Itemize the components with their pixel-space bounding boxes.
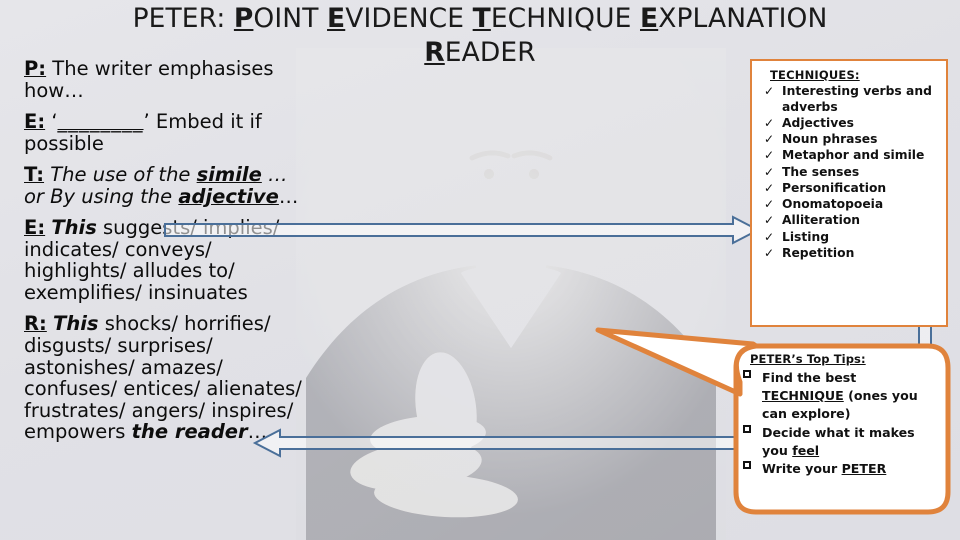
tip-text-bold: best [825,370,857,385]
technique-item: ✓ Interesting verbs and adverbs [760,84,940,115]
evidence-line: E: ‘________’ Embed it if possible [24,111,304,154]
tips-bubble-content: PETER’s Top Tips: Find the best TECHNIQU… [742,352,928,479]
technique-keyword-adjective: adjective [178,184,279,208]
technique-text-a: The use of the [50,163,197,187]
check-icon: ✓ [764,84,775,98]
technique-line: T: The use of the simile … or By using t… [24,164,304,207]
check-icon: ✓ [764,213,775,228]
technique-item-label: Repetition [782,245,855,260]
reader-line: R: This shocks/ horrifies/ disgusts/ sur… [24,313,304,442]
technique-item-label: Onomatopoeia [782,197,884,212]
explanation-keyword: This [51,216,97,240]
tip-text-pre: Decide what it makes you [762,424,915,458]
technique-item: ✓ Adjectives [760,116,940,132]
tip-item: Decide what it makes you feel [742,424,928,460]
technique-item: ✓ Listing [760,230,940,246]
tips-list: Find the best TECHNIQUE (ones you can ex… [742,369,928,478]
reader-keyword-end: the reader [131,420,248,444]
tips-speech-bubble: PETER’s Top Tips: Find the best TECHNIQU… [590,322,960,532]
tip-text-pre: Find the [762,370,826,385]
explanation-label: E: [24,216,46,240]
title-prefix: PETER: [132,3,234,34]
technique-item: ✓ The senses [760,165,940,181]
technique-item-label: Interesting verbs and adverbs [782,84,932,114]
title-initial-p: P [233,3,254,34]
technique-item-label: Personification [782,180,887,195]
technique-item-label: Listing [782,229,830,244]
tip-text-underline: feel [792,442,820,458]
tip-item: Write your PETER [742,460,928,478]
reader-ellipsis: … [247,420,268,444]
techniques-box-title: TECHNIQUES: [770,68,860,82]
slide-canvas: PETER: POINT EVIDENCE TECHNIQUE EXPLANAT… [0,0,960,540]
peter-structure-text: P: The writer emphasises how… E: ‘______… [24,58,304,453]
checkbox-icon [743,424,751,433]
explanation-line: E: This suggests/ implies/ indicates/ co… [24,217,304,303]
check-icon: ✓ [764,197,775,212]
technique-item: ✓ Onomatopoeia [760,197,940,213]
technique-item-label: The senses [782,164,860,179]
check-icon: ✓ [764,245,775,260]
check-icon: ✓ [764,164,775,179]
check-icon: ✓ [764,229,775,244]
checkbox-icon [743,461,751,470]
title-word-reader: EADER [444,36,536,68]
technique-item-label: Adjectives [782,115,854,130]
check-icon: ✓ [764,132,775,147]
technique-item-label: Alliteration [782,213,861,228]
technique-item: ✓ Repetition [760,246,940,262]
technique-item: ✓ Noun phrases [760,132,940,148]
technique-item: ✓ Personification [760,181,940,197]
reader-keyword: This [53,312,99,336]
checkbox-icon [743,370,751,378]
point-line: P: The writer emphasises how… [24,58,304,101]
title-initial-t: T [472,3,491,34]
title-initial-r: R [424,36,445,68]
technique-text-c: … [278,184,299,208]
technique-item-label: Noun phrases [782,132,878,147]
point-text: The writer emphasises how… [24,57,274,102]
check-icon: ✓ [764,115,775,130]
technique-label: T: [24,163,45,187]
techniques-box: TECHNIQUES: ✓ Interesting verbs and adver… [750,59,948,327]
check-icon: ✓ [764,148,775,163]
reader-label: R: [24,312,47,336]
technique-item: ✓ Metaphor and simile [760,148,940,164]
techniques-list: ✓ Interesting verbs and adverbs ✓ Adjectiv… [760,84,940,262]
tips-bubble-title: PETER’s Top Tips: [750,352,866,366]
tip-text-underline: TECHNIQUE [762,387,844,403]
tip-text-underline: PETER [841,461,887,477]
title-word-point: OINT [253,3,319,34]
technique-keyword-simile: simile [196,163,262,187]
title-initial-e2: E [640,3,659,34]
technique-item-label: Metaphor and simile [782,148,925,163]
title-initial-e1: E [327,3,346,34]
check-icon: ✓ [764,180,775,195]
point-label: P: [24,57,47,80]
technique-item: ✓ Alliteration [760,213,940,229]
title-word-evidence: VIDENCE [345,3,465,34]
tip-item: Find the best TECHNIQUE (ones you can ex… [742,369,928,423]
evidence-blank: ________ [57,110,144,134]
title-word-explanation: XPLANATION [658,3,828,34]
title-word-technique: ECHNIQUE [490,3,632,34]
tip-text-pre: Write your [762,461,842,477]
evidence-label: E: [24,110,46,134]
